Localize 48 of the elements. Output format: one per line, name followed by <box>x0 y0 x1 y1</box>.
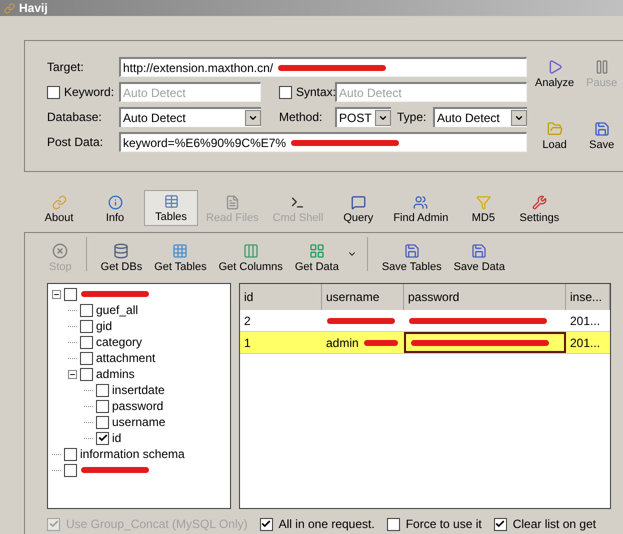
toolbar-button[interactable]: Get DBs <box>96 242 146 275</box>
toolbar-button[interactable]: Get Data <box>290 242 343 275</box>
tree-item[interactable]: password <box>112 397 164 415</box>
analyze-button[interactable]: Analyze <box>535 59 574 109</box>
field-label: Keyword: <box>64 84 114 101</box>
option-label: Force to use it <box>406 516 482 533</box>
field-label: Type: <box>397 109 428 126</box>
tab[interactable]: About <box>32 190 86 226</box>
field-label: Syntax: <box>296 84 336 101</box>
tree-item[interactable]: id <box>112 429 122 447</box>
toolbar-button[interactable]: Save Data <box>450 242 509 275</box>
text-field[interactable]: http://extension.maxthon.cn/ <box>119 57 527 77</box>
tree-item[interactable]: attachment <box>96 349 156 367</box>
toolbar-button[interactable]: Get Columns <box>214 242 287 275</box>
tree-item[interactable]: gid <box>96 317 112 335</box>
text-field[interactable]: keyword=%E6%90%9C%E7% <box>119 132 527 152</box>
tree-item[interactable]: guef_all <box>96 301 138 319</box>
dropdown[interactable]: Auto Detect <box>433 107 527 127</box>
tab[interactable]: MD5 <box>456 190 510 226</box>
dropdown[interactable]: POST <box>335 107 391 127</box>
table-cell-text: 2 <box>244 312 251 330</box>
option-label: All in one request. <box>278 516 375 533</box>
option-label: Clear list on get <box>512 516 596 533</box>
table-cell-text: admin <box>326 334 359 352</box>
tree-item[interactable]: username <box>112 413 166 431</box>
table-cell-text: 201... <box>570 312 600 330</box>
table-row[interactable]: 1 admin 201... <box>240 332 610 354</box>
table-cell-text: 201... <box>570 334 600 352</box>
toolbar-button[interactable]: Save Tables <box>378 242 446 275</box>
dropdown[interactable]: Auto Detect <box>119 107 261 127</box>
tree-item[interactable]: category <box>96 333 142 351</box>
tree-item[interactable]: insertdate <box>112 381 165 399</box>
tab[interactable]: Info <box>88 190 142 226</box>
toolbar-button[interactable]: Get Tables <box>150 242 211 275</box>
field-label: Database: <box>47 109 103 126</box>
tree-item[interactable]: information schema <box>80 445 185 463</box>
tab[interactable]: Find Admin <box>387 190 454 226</box>
tree-item[interactable]: admins <box>96 365 135 383</box>
field-label: Method: <box>279 109 324 126</box>
window-title: Havij <box>19 0 48 17</box>
table-cell-text: 1 <box>244 334 251 352</box>
save-button[interactable]: Save <box>582 121 622 171</box>
field-label: Post Data: <box>47 134 104 151</box>
field-label: Target: <box>47 59 85 76</box>
load-button[interactable]: Load <box>535 121 574 171</box>
tab[interactable]: Tables <box>144 190 198 226</box>
tab[interactable]: Query <box>331 190 386 226</box>
tab[interactable]: Settings <box>512 190 566 226</box>
